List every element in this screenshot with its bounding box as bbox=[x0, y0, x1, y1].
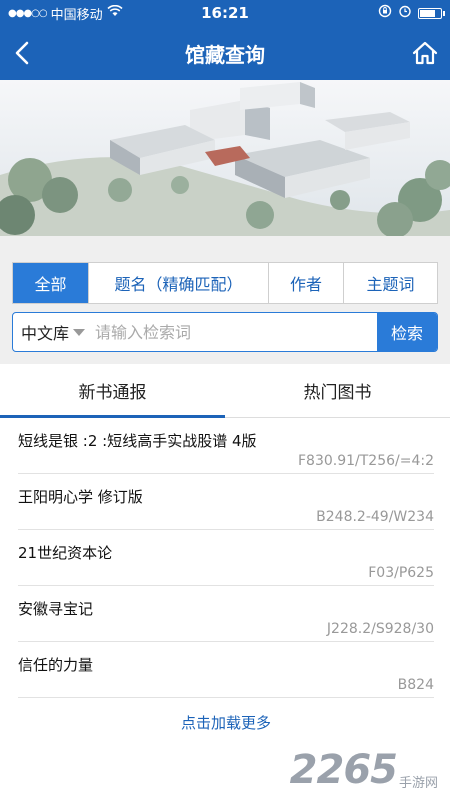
home-button[interactable] bbox=[400, 26, 450, 80]
tab-title-exact[interactable]: 题名（精确匹配） bbox=[89, 263, 269, 303]
book-title: 短线是银 :2 :短线高手实战股谱 4版 bbox=[18, 432, 257, 450]
search-type-tabs: 全部 题名（精确匹配） 作者 主题词 bbox=[12, 262, 438, 304]
book-call-number: J228.2/S928/30 bbox=[326, 621, 434, 637]
book-call-number: B824 bbox=[397, 677, 434, 693]
header: ●●●○○ 中国移动 16:21 馆藏查询 bbox=[0, 0, 450, 80]
chevron-left-icon bbox=[15, 41, 29, 65]
list-tabs: 新书通报 热门图书 bbox=[0, 364, 450, 418]
alarm-icon bbox=[398, 4, 412, 22]
search-input[interactable] bbox=[93, 313, 377, 351]
home-icon bbox=[412, 41, 438, 65]
watermark-logo: 2265 手游网 bbox=[290, 750, 438, 790]
book-title: 王阳明心学 修订版 bbox=[18, 488, 143, 506]
list-item[interactable]: 短线是银 :2 :短线高手实战股谱 4版 F830.91/T256/=4:2 bbox=[18, 418, 434, 474]
search-bar: 中文库 检索 bbox=[12, 312, 438, 352]
book-title: 信任的力量 bbox=[18, 656, 94, 674]
rotation-lock-icon bbox=[378, 4, 392, 22]
carrier-label: 中国移动 bbox=[50, 7, 103, 23]
app-screen: ●●●○○ 中国移动 16:21 馆藏查询 全部 题名（精确匹配） 作者 主题词… bbox=[0, 0, 450, 800]
nav-bar: 馆藏查询 bbox=[0, 26, 450, 80]
tab-subject[interactable]: 主题词 bbox=[344, 263, 437, 303]
book-title: 21世纪资本论 bbox=[18, 544, 113, 562]
page-title: 馆藏查询 bbox=[185, 42, 265, 67]
dropdown-caret-icon bbox=[73, 328, 86, 336]
book-call-number: F03/P625 bbox=[368, 565, 434, 581]
book-list: 短线是银 :2 :短线高手实战股谱 4版 F830.91/T256/=4:2 王… bbox=[0, 418, 450, 733]
tab-author[interactable]: 作者 bbox=[269, 263, 344, 303]
search-panel: 全部 题名（精确匹配） 作者 主题词 中文库 检索 bbox=[0, 236, 450, 364]
library-select[interactable]: 中文库 bbox=[13, 313, 93, 351]
search-button[interactable]: 检索 bbox=[377, 313, 437, 351]
campus-banner-image bbox=[0, 80, 450, 236]
tab-new-books[interactable]: 新书通报 bbox=[0, 364, 225, 418]
tab-all[interactable]: 全部 bbox=[13, 263, 89, 303]
battery-icon bbox=[418, 7, 445, 19]
wifi-icon bbox=[107, 4, 123, 21]
list-item[interactable]: 21世纪资本论 F03/P625 bbox=[18, 530, 434, 586]
list-item[interactable]: 信任的力量 B824 bbox=[18, 642, 434, 698]
book-call-number: B248.2-49/W234 bbox=[316, 509, 434, 525]
book-title: 安徽寻宝记 bbox=[18, 600, 94, 618]
book-call-number: F830.91/T256/=4:2 bbox=[297, 453, 434, 469]
list-item[interactable]: 王阳明心学 修订版 B248.2-49/W234 bbox=[18, 474, 434, 530]
back-button[interactable] bbox=[2, 26, 42, 80]
list-item[interactable]: 安徽寻宝记 J228.2/S928/30 bbox=[18, 586, 434, 642]
watermark-text: 手游网 bbox=[398, 776, 438, 791]
library-select-value: 中文库 bbox=[21, 324, 70, 343]
tab-popular-books[interactable]: 热门图书 bbox=[225, 364, 450, 417]
status-bar: ●●●○○ 中国移动 16:21 bbox=[0, 0, 450, 26]
load-more-link[interactable]: 点击加载更多 bbox=[18, 712, 434, 733]
signal-icon: ●●●○○ bbox=[8, 7, 48, 19]
watermark-number: 2265 bbox=[289, 747, 398, 793]
